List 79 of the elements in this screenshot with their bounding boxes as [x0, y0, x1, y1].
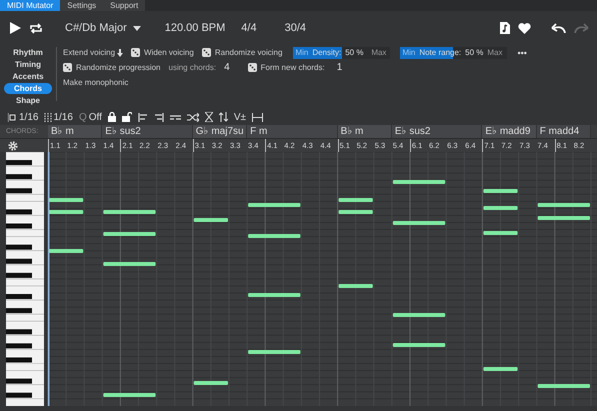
chord-label[interactable]: E♭ sus2	[392, 125, 482, 138]
dice-icon[interactable]	[131, 48, 140, 57]
shuffle-icon[interactable]	[186, 112, 199, 122]
slider-reading: 50 %	[465, 48, 484, 57]
midi-note[interactable]	[483, 231, 518, 235]
tab[interactable]: MIDI Mutator	[0, 0, 60, 11]
midi-note[interactable]	[483, 206, 518, 210]
dice-icon[interactable]	[202, 48, 211, 57]
chord-label[interactable]: G♭ maj7su	[192, 125, 248, 138]
play-icon[interactable]	[10, 22, 21, 34]
extend-voicing-button[interactable]: Extend voicing	[63, 48, 124, 57]
midi-note[interactable]	[483, 367, 518, 371]
midi-note[interactable]	[392, 221, 446, 225]
midi-note[interactable]	[392, 313, 446, 317]
step-value[interactable]: 1/16	[19, 112, 38, 122]
slider-max-label: Max	[371, 48, 388, 57]
chord-label[interactable]: F madd4	[536, 125, 591, 138]
dice-icon[interactable]	[248, 63, 257, 72]
slider-label: Density:	[312, 48, 342, 57]
chord-label[interactable]: F m	[247, 125, 338, 138]
sidebar-item[interactable]: Chords	[4, 83, 52, 94]
step-icon	[8, 112, 17, 122]
chord-label[interactable]: B♭ m	[48, 125, 102, 138]
chord-label[interactable]: E♭ madd9	[482, 125, 537, 138]
key-dropdown[interactable]: C#/Db Major	[65, 22, 141, 34]
hourglass-icon[interactable]	[204, 112, 213, 122]
form-new-chords-button[interactable]: Form new chords:	[260, 63, 325, 72]
grid-value[interactable]: 1/16	[53, 112, 73, 122]
fit-width-icon[interactable]	[252, 112, 264, 122]
using-chords-label: using chords:	[168, 63, 216, 72]
down-arrow-icon	[117, 48, 124, 56]
velocity-button[interactable]: V±	[234, 112, 246, 122]
midi-note[interactable]	[103, 232, 156, 236]
range-slider[interactable]: Min Density: 50 % Max	[293, 46, 390, 58]
tab[interactable]: Support	[103, 0, 146, 11]
using-chords-value[interactable]: 4	[224, 62, 230, 73]
tempo-display: 120.00 BPM	[164, 22, 226, 34]
slider-max-label: Max	[487, 48, 504, 57]
music-file-icon[interactable]	[500, 22, 510, 34]
slider-reading: 50 %	[345, 48, 364, 57]
chord-label[interactable]: E♭ sus2	[102, 125, 193, 138]
slider-min-label: Min	[401, 48, 416, 57]
randomize-progression-button[interactable]: Randomize progression	[76, 63, 160, 72]
midi-note[interactable]	[392, 343, 446, 347]
midi-note[interactable]	[392, 180, 446, 184]
midi-note[interactable]	[103, 262, 156, 266]
grid-icon	[44, 112, 52, 122]
quantize-value[interactable]: Off	[88, 112, 102, 122]
time-signature: 4/4	[241, 22, 257, 34]
midi-note[interactable]	[103, 210, 156, 214]
piano-keyboard[interactable]	[6, 152, 44, 406]
sidebar-item[interactable]: Rhythm	[4, 47, 52, 58]
length-display: 30/4	[284, 22, 306, 34]
midi-note[interactable]	[483, 189, 518, 193]
sidebar-item[interactable]: Shape	[4, 95, 52, 106]
sidebar-item[interactable]: Timing	[4, 59, 52, 70]
tab[interactable]: Settings	[60, 0, 104, 11]
sidebar-item[interactable]: Accents	[4, 71, 52, 82]
loop-icon[interactable]	[29, 22, 43, 34]
undo-icon[interactable]	[551, 23, 566, 33]
midi-note[interactable]	[103, 393, 156, 397]
up-down-arrows-icon[interactable]	[218, 112, 228, 122]
chord-label[interactable]: B♭ m	[338, 125, 392, 138]
heart-icon[interactable]	[518, 22, 531, 34]
legato-icon[interactable]	[170, 112, 181, 122]
gear-icon[interactable]	[8, 140, 18, 150]
quantize-icon: Q	[78, 112, 87, 122]
randomize-voicing-button[interactable]: Randomize voicing	[214, 48, 282, 57]
more-button[interactable]: •••	[518, 48, 527, 58]
lock-icon[interactable]	[108, 112, 116, 122]
widen-voicing-button[interactable]: Widen voicing	[144, 48, 194, 57]
align-right-icon[interactable]	[154, 112, 164, 122]
dice-icon[interactable]	[63, 63, 72, 72]
align-left-icon[interactable]	[138, 112, 148, 122]
slider-min-label: Min	[294, 48, 308, 57]
make-monophonic-button[interactable]: Make monophonic	[63, 78, 128, 87]
form-new-chords-value[interactable]: 1	[336, 62, 342, 73]
caret-icon	[132, 26, 141, 30]
unlock-icon[interactable]	[122, 112, 132, 122]
